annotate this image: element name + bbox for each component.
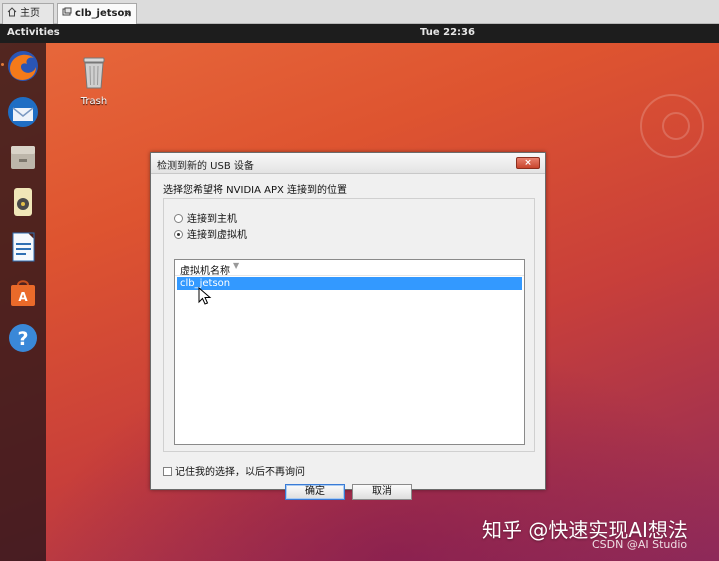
vm-name-column-header[interactable]: 虚拟机名称 [180,262,230,277]
trash-icon [83,57,105,89]
radio-indicator[interactable] [174,214,183,223]
rhythmbox-icon[interactable] [5,184,41,220]
mouse-pointer-icon [198,286,214,307]
dialog-prompt: 选择您希望将 NVIDIA APX 连接到的位置 [163,185,348,196]
ok-button[interactable]: 确定 [285,484,345,500]
close-tab-icon[interactable]: × [123,4,132,23]
running-indicator [1,63,4,66]
activities-button[interactable]: Activities [7,27,60,38]
home-icon [7,5,17,17]
radio-connect-host-label: 连接到主机 [187,214,237,225]
libreoffice-writer-icon[interactable] [5,229,41,265]
connection-options-group: 连接到主机 连接到虚拟机 虚拟机名称 ▼ clb_jetson [163,198,535,452]
cancel-button[interactable]: 取消 [352,484,412,500]
host-tab-home-label: 主页 [20,8,40,19]
thunderbird-icon[interactable] [5,94,41,130]
close-button[interactable]: × [516,157,540,169]
radio-connect-vm-label: 连接到虚拟机 [187,230,247,241]
sort-down-icon: ▼ [233,261,240,270]
checkbox-indicator[interactable] [163,467,172,476]
desktop: Activities Tue 22:36 A ? Trash 检测到新的 USB… [0,24,719,561]
vm-icon [62,5,72,16]
radio-connect-host[interactable]: 连接到主机 [174,210,237,225]
software-center-icon[interactable]: A [5,275,41,311]
gnome-top-bar: Activities Tue 22:36 [0,24,719,43]
trash-desktop-icon[interactable]: Trash [74,55,114,107]
vm-list[interactable]: 虚拟机名称 ▼ clb_jetson [174,259,525,445]
vm-list-row-selected[interactable]: clb_jetson [177,277,522,290]
help-icon[interactable]: ? [5,320,41,356]
files-icon[interactable] [5,139,41,175]
csdn-watermark: CSDN @AI Studio [592,538,688,551]
firefox-icon[interactable] [5,48,41,84]
trash-label: Trash [80,96,108,107]
vm-list-header[interactable]: 虚拟机名称 ▼ [175,260,524,277]
close-icon: × [524,158,532,168]
dock: A ? [0,43,46,561]
svg-text:A: A [18,290,28,304]
radio-indicator-selected[interactable] [174,230,183,239]
wallpaper-swirl [662,112,690,140]
radio-connect-vm[interactable]: 连接到虚拟机 [174,226,247,241]
svg-text:?: ? [17,328,28,350]
remember-choice-checkbox[interactable]: 记住我的选择，以后不再询问 [163,463,305,478]
clock[interactable]: Tue 22:36 [420,27,475,38]
usb-device-dialog: 检测到新的 USB 设备 × 选择您希望将 NVIDIA APX 连接到的位置 … [150,152,546,500]
dialog-titlebar[interactable]: 检测到新的 USB 设备 × [151,153,545,174]
host-tab-strip: 主页 clb_jetson × [0,0,719,24]
host-tab-vm[interactable]: clb_jetson × [57,3,137,24]
remember-choice-label: 记住我的选择，以后不再询问 [175,467,305,478]
dialog-title: 检测到新的 USB 设备 [157,161,254,172]
host-tab-home[interactable]: 主页 [2,3,54,24]
